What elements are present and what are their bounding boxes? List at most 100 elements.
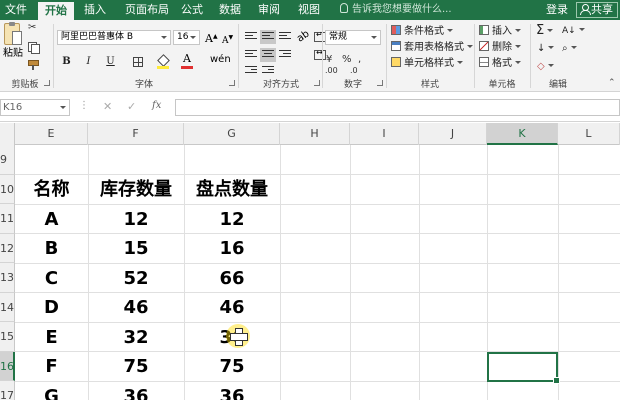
table-cell[interactable]: 32 [88, 323, 184, 352]
tab-formulas[interactable]: 公式 [176, 0, 208, 20]
insert-function-icon[interactable]: fx [152, 100, 161, 111]
table-header-cell[interactable]: 盘点数量 [184, 175, 280, 204]
borders-icon[interactable] [133, 57, 143, 67]
row-header-13[interactable]: 13 [0, 263, 15, 293]
insert-cells-button[interactable]: 插入 [479, 25, 521, 39]
column-header-i[interactable]: I [350, 123, 419, 145]
increase-decimal-button[interactable]: .00 [325, 66, 338, 75]
format-as-table-button[interactable]: 套用表格格式 [391, 41, 473, 55]
tab-view[interactable]: 视图 [292, 0, 326, 20]
fill-button[interactable]: ↓ [537, 42, 555, 56]
tab-insert[interactable]: 插入 [78, 0, 112, 20]
formula-input[interactable] [175, 99, 620, 116]
row-header-15[interactable]: 15 [0, 322, 15, 352]
delete-cells-button[interactable]: 删除 [479, 41, 521, 55]
table-header-cell[interactable]: 名称 [15, 175, 88, 204]
cut-icon[interactable] [28, 22, 40, 34]
table-cell[interactable]: G [15, 382, 88, 400]
tab-home[interactable]: 开始 [38, 2, 74, 20]
table-cell[interactable]: C [15, 264, 88, 293]
number-format-select[interactable]: 常规 [325, 30, 381, 45]
table-cell[interactable]: B [15, 234, 88, 263]
bold-button[interactable]: B [60, 55, 73, 69]
table-cell[interactable]: A [15, 205, 88, 234]
row-header-16[interactable]: 16 [0, 352, 15, 381]
percent-button[interactable]: % [342, 54, 352, 65]
column-header-f[interactable]: F [88, 123, 184, 145]
tab-file[interactable]: 文件 [0, 0, 32, 20]
increase-indent-icon[interactable] [262, 66, 274, 76]
paste-button[interactable]: 粘贴 [3, 48, 23, 60]
row-header-10[interactable]: 10 [0, 175, 15, 204]
column-header-g[interactable]: G [184, 123, 280, 145]
table-cell[interactable]: 46 [184, 293, 280, 322]
select-all-corner[interactable] [0, 123, 15, 145]
find-select-button[interactable]: ⌕ [562, 42, 577, 56]
comma-button[interactable]: , [358, 54, 361, 65]
clear-button[interactable]: ◇ [537, 60, 554, 74]
number-launcher-icon[interactable] [377, 80, 383, 86]
align-left-icon[interactable] [245, 50, 257, 60]
name-box[interactable]: K16 [0, 99, 70, 116]
table-cell[interactable]: 12 [184, 205, 280, 234]
sort-filter-button[interactable]: A↓ [562, 24, 585, 38]
shrink-font-button[interactable]: A▼ [222, 34, 233, 46]
table-cell[interactable]: 75 [88, 352, 184, 381]
active-cell-k16[interactable] [487, 352, 560, 384]
row-header-9[interactable]: 9 [0, 145, 15, 175]
autosum-button[interactable]: Σ [536, 24, 554, 38]
enter-entry-icon[interactable]: ✓ [127, 100, 136, 113]
table-cell[interactable]: 66 [184, 264, 280, 293]
table-cell[interactable]: E [15, 323, 88, 352]
table-header-cell[interactable]: 库存数量 [88, 175, 184, 204]
collapse-ribbon-icon[interactable]: ⌃ [608, 76, 616, 90]
decrease-decimal-button[interactable]: .0 [350, 66, 358, 75]
align-middle-icon[interactable] [260, 30, 276, 44]
italic-button[interactable]: I [82, 55, 95, 69]
column-header-e[interactable]: E [15, 123, 88, 145]
table-cell[interactable]: 75 [184, 352, 280, 381]
table-cell[interactable]: 36 [184, 382, 280, 400]
row-header-14[interactable]: 14 [0, 293, 15, 322]
column-header-l[interactable]: L [558, 123, 620, 145]
tab-review[interactable]: 审阅 [252, 0, 286, 20]
table-cell[interactable]: 15 [88, 234, 184, 263]
align-center-icon[interactable] [260, 48, 276, 62]
copy-icon[interactable] [28, 42, 40, 54]
table-cell[interactable]: 16 [184, 234, 280, 263]
share-button[interactable]: 共享 [576, 2, 618, 18]
format-painter-icon[interactable] [28, 60, 40, 70]
table-cell[interactable]: 12 [88, 205, 184, 234]
table-cell[interactable]: 36 [88, 382, 184, 400]
login-link[interactable]: 登录 [546, 0, 568, 20]
tab-data[interactable]: 数据 [214, 0, 246, 20]
table-cell[interactable]: F [15, 352, 88, 381]
clipboard-launcher-icon[interactable] [44, 80, 50, 86]
format-cells-button[interactable]: 格式 [479, 57, 521, 71]
table-cell[interactable]: 52 [88, 264, 184, 293]
paste-icon[interactable] [4, 22, 22, 45]
align-right-icon[interactable] [279, 50, 291, 60]
table-cell[interactable]: D [15, 293, 88, 322]
font-launcher-icon[interactable] [229, 80, 235, 86]
alignment-launcher-icon[interactable] [314, 80, 320, 86]
column-header-k[interactable]: K [487, 123, 558, 145]
orientation-icon[interactable]: ab [295, 28, 312, 44]
font-color-button[interactable]: A [181, 53, 193, 69]
phonetic-guide-button[interactable]: wén [210, 54, 231, 65]
font-name-select[interactable]: 阿里巴巴普惠体 B [57, 30, 171, 45]
decrease-indent-icon[interactable] [245, 66, 257, 76]
tell-me-box[interactable]: 告诉我您想要做什么... [340, 0, 452, 20]
grow-font-button[interactable]: A▲ [205, 32, 218, 45]
tab-page-layout[interactable]: 页面布局 [118, 0, 176, 20]
cell-styles-button[interactable]: 单元格样式 [391, 57, 463, 71]
column-header-j[interactable]: J [419, 123, 487, 145]
align-bottom-icon[interactable] [279, 32, 291, 42]
font-size-select[interactable]: 16 [173, 30, 200, 45]
row-header-11[interactable]: 11 [0, 204, 15, 234]
cancel-entry-icon[interactable]: ✕ [103, 100, 112, 113]
table-cell[interactable]: 46 [88, 293, 184, 322]
row-header-12[interactable]: 12 [0, 234, 15, 263]
merge-center-icon[interactable] [314, 48, 326, 60]
fill-color-icon[interactable] [157, 55, 169, 69]
